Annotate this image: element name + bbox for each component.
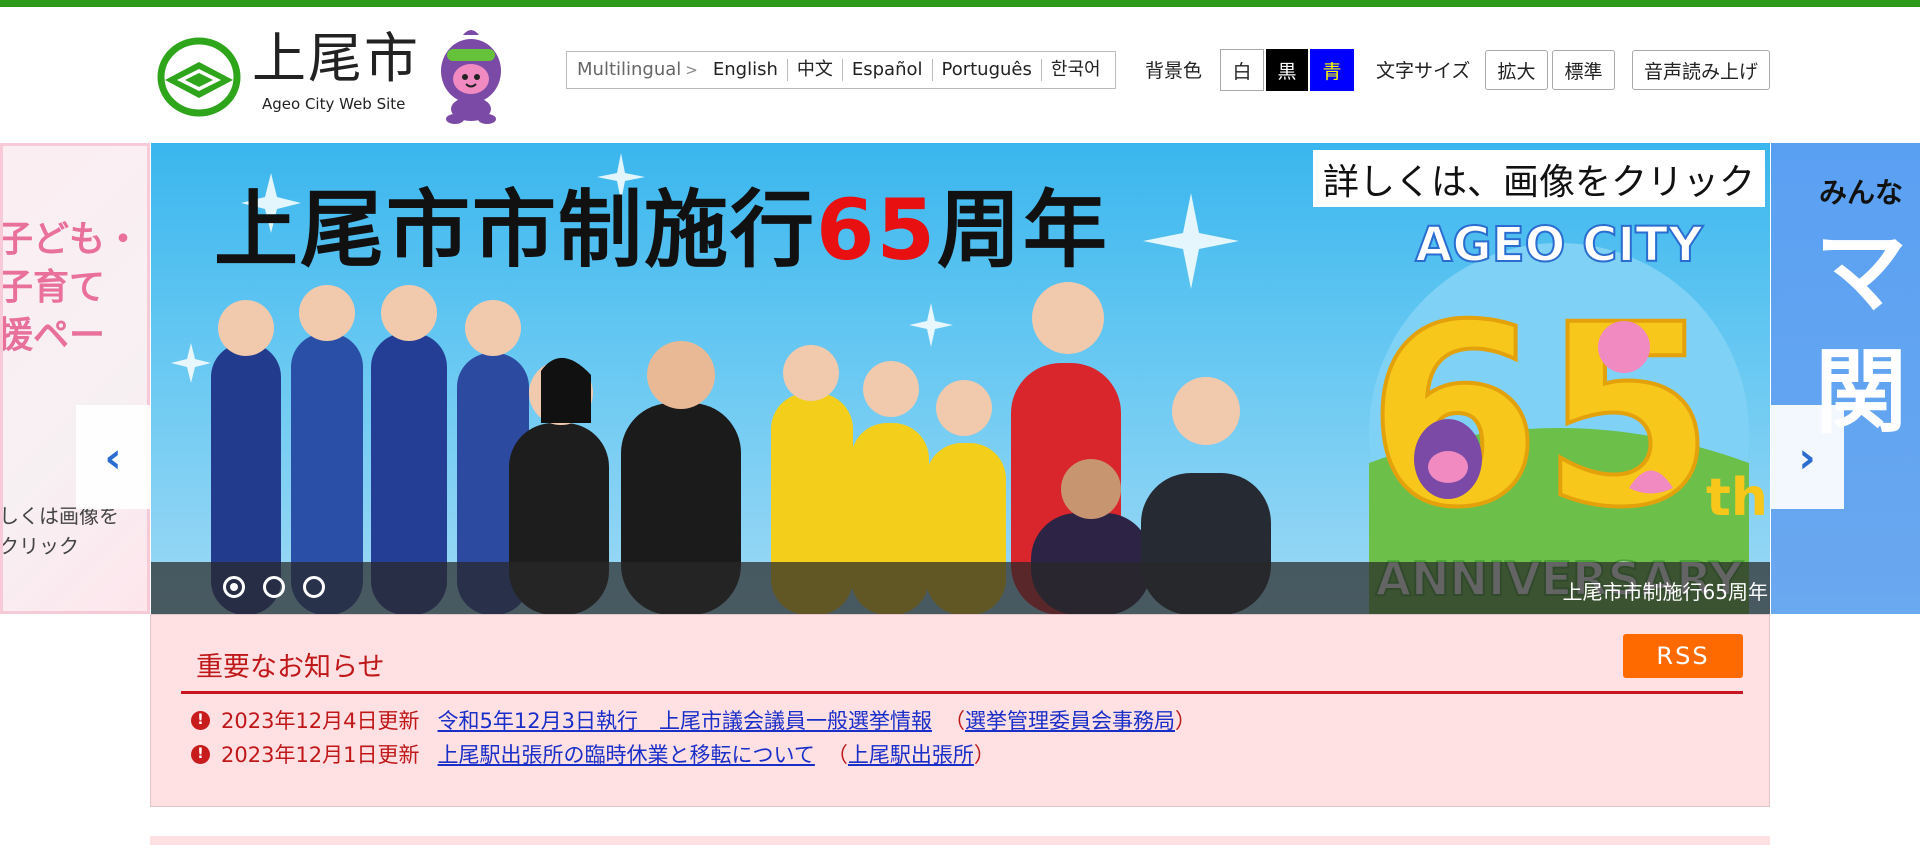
multilingual-label: Multilingual xyxy=(577,59,682,80)
notice-date: 2023年12月1日更新 xyxy=(221,743,420,767)
bg-blue-button[interactable]: 青 xyxy=(1310,49,1354,91)
notice-item: ! 2023年12月1日更新 上尾駅出張所の臨時休業と移転について （上尾駅出張… xyxy=(191,739,995,769)
lang-korean[interactable]: 한국어 xyxy=(1040,59,1110,81)
city-emblem-icon xyxy=(157,37,241,117)
voice-reading-button[interactable]: 音声読み上げ xyxy=(1632,50,1770,90)
top-accent-bar xyxy=(0,0,1920,7)
notice-link[interactable]: 上尾駅出張所の臨時休業と移転について xyxy=(438,739,815,769)
carousel-caption-bar: 上尾市市制施行65周年 xyxy=(151,562,1770,615)
lang-spanish[interactable]: Español xyxy=(841,59,932,81)
mascot-icon xyxy=(441,30,501,124)
notice-dept-link[interactable]: 選挙管理委員会事務局 xyxy=(965,705,1175,735)
text-size-label: 文字サイズ xyxy=(1376,60,1471,82)
city-name: 上尾市 xyxy=(252,27,420,90)
carousel-dot-3[interactable] xyxy=(303,576,325,598)
carousel-prev-slide[interactable]: 子ども・ 子育て 援ペー しくは画像を クリック xyxy=(0,143,150,614)
prev-slide-text: 子ども・ 子育て 援ペー xyxy=(0,219,142,356)
emblem-top-text: AGEO CITY xyxy=(1415,217,1704,273)
notice-date: 2023年12月4日更新 xyxy=(221,709,420,733)
site-logo[interactable]: 上尾市 Ageo City Web Site xyxy=(155,27,510,127)
carousel-prev-button[interactable]: ‹ xyxy=(76,405,150,509)
notices-title: 重要なお知らせ xyxy=(196,652,385,683)
rss-button[interactable]: RSS xyxy=(1623,634,1743,678)
carousel-dot-1[interactable] xyxy=(223,576,245,598)
lang-portuguese[interactable]: Português xyxy=(931,59,1041,81)
lang-english[interactable]: English xyxy=(704,59,787,81)
close-paren: ） xyxy=(973,743,995,767)
alert-icon: ! xyxy=(191,744,210,764)
notice-item: ! 2023年12月4日更新 令和5年12月3日執行 上尾市議会議員一般選挙情報… xyxy=(191,705,1196,735)
next-slide-small-text: みんな xyxy=(1819,176,1904,209)
chevron-right-icon: › xyxy=(1798,432,1816,482)
carousel-next-slide[interactable]: みんな マ 関 xyxy=(1771,143,1920,614)
language-selector: Multilingual > English 中文 Español Portug… xyxy=(566,51,1116,89)
close-paren: ） xyxy=(1174,709,1196,733)
notices-divider xyxy=(181,691,1743,694)
site-subtitle: Ageo City Web Site xyxy=(262,95,406,113)
bg-white-button[interactable]: 白 xyxy=(1220,49,1264,91)
prev-slide-hint: しくは画像を クリック xyxy=(0,504,119,558)
slide-caption: 上尾市市制施行65周年 xyxy=(1562,580,1768,604)
notice-link[interactable]: 令和5年12月3日執行 上尾市議会議員一般選挙情報 xyxy=(438,705,932,735)
notice-dept-link[interactable]: 上尾駅出張所 xyxy=(848,739,974,769)
important-notices-panel: 重要なお知らせ RSS ! 2023年12月4日更新 令和5年12月3日執行 上… xyxy=(150,614,1770,807)
text-standard-button[interactable]: 標準 xyxy=(1552,50,1615,90)
open-paren: （ xyxy=(826,743,848,767)
emblem-number: 65 xyxy=(1367,271,1715,562)
background-color-label: 背景色 xyxy=(1145,60,1203,82)
emblem-suffix: th xyxy=(1706,468,1768,528)
text-enlarge-button[interactable]: 拡大 xyxy=(1485,50,1548,90)
open-paren: （ xyxy=(943,709,965,733)
chevron-left-icon: ‹ xyxy=(104,432,122,482)
bg-black-button[interactable]: 黒 xyxy=(1266,49,1308,91)
chevron-right-icon: > xyxy=(685,61,698,79)
next-section-edge xyxy=(150,836,1770,845)
lang-chinese[interactable]: 中文 xyxy=(786,59,842,81)
carousel-main-slide[interactable]: AGEO CITY 65 th ANNIVERSARY 上尾市市制施行65周年 … xyxy=(151,143,1770,615)
alert-icon: ! xyxy=(191,710,210,730)
carousel-next-button[interactable]: › xyxy=(1770,405,1844,509)
slide-headline: 上尾市市制施行65周年 xyxy=(214,181,1109,279)
carousel-dot-2[interactable] xyxy=(263,576,285,598)
slide-detail-link[interactable]: 詳しくは、画像をクリック xyxy=(1313,150,1765,207)
carousel-dots xyxy=(223,576,325,598)
